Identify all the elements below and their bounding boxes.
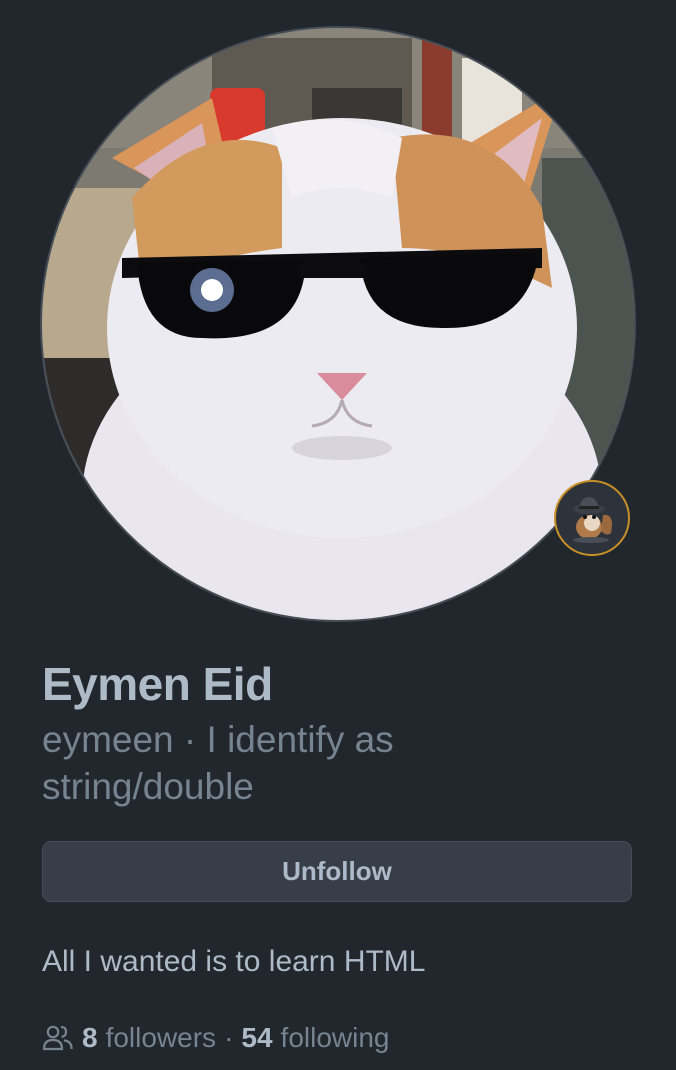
following-label: following [280, 1022, 390, 1053]
profile-fullname: Eymen Eid [42, 658, 273, 710]
follow-separator: · [224, 1022, 234, 1053]
profile-username-line: eymeen · I identify as string/double [42, 716, 462, 810]
followers-count: 8 [82, 1022, 98, 1053]
follow-stats: 8 followers · 54 following [42, 1018, 390, 1058]
avatar[interactable] [40, 26, 636, 622]
status-emoji-badge[interactable] [554, 480, 630, 556]
unfollow-button[interactable]: Unfollow [42, 841, 632, 902]
following-link[interactable]: 54 following [241, 1018, 389, 1058]
detective-squirrel-icon [573, 497, 612, 543]
followers-label: followers [105, 1022, 217, 1053]
following-count: 54 [241, 1022, 273, 1053]
profile-sidebar: Eymen Eid eymeen · I identify as string/… [0, 0, 676, 1070]
profile-bio: All I wanted is to learn HTML [42, 945, 426, 978]
followers-link[interactable]: 8 followers [82, 1018, 216, 1058]
profile-username: eymeen [42, 719, 174, 760]
people-icon [42, 1022, 74, 1054]
avatar-container [40, 26, 636, 622]
avatar-image [42, 28, 634, 620]
pronoun-separator: · [183, 719, 197, 760]
profile-names: Eymen Eid eymeen · I identify as string/… [42, 654, 634, 810]
